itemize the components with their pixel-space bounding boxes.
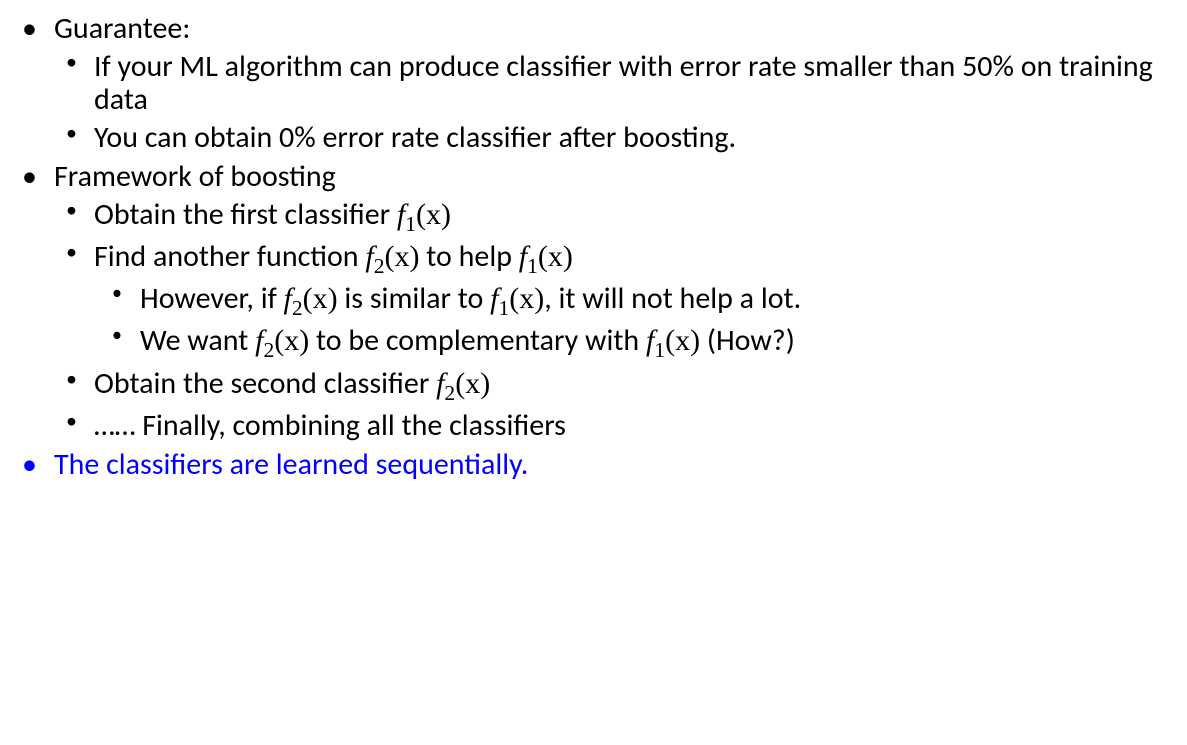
step2-text-pre: Find another function	[94, 238, 365, 275]
bullet-list-level1: Guarantee: If your ML algorithm can prod…	[20, 12, 1167, 482]
step2-sub-a: However, if f2(x) is similar to f1(x), i…	[94, 282, 1167, 320]
framework-step1: Obtain the first classifier f1(x)	[54, 198, 1167, 236]
math-f2-d: f2(x)	[436, 367, 490, 400]
math-f1: f1(x)	[397, 198, 451, 231]
step2-text-mid: to help	[419, 238, 518, 275]
step2-sublist: However, if f2(x) is similar to f1(x), i…	[94, 282, 1167, 362]
sub-a-post: , it will not help a lot.	[544, 280, 801, 317]
item-guarantee: Guarantee: If your ML algorithm can prod…	[20, 12, 1167, 154]
math-f2-b: f2(x)	[284, 282, 338, 315]
math-f1-b: f1(x)	[519, 240, 573, 273]
sub-b-mid: to be complementary with	[309, 322, 646, 359]
math-f2-c: f2(x)	[255, 324, 309, 357]
sequential-text: The classifiers are learned sequentially…	[54, 446, 528, 483]
math-f1-c: f1(x)	[490, 282, 544, 315]
sub-a-mid: is similar to	[338, 280, 491, 317]
guarantee-point-1: If your ML algorithm can produce classif…	[54, 50, 1167, 117]
framework-step3: Obtain the second classifier f2(x)	[54, 367, 1167, 405]
framework-step4: …… Finally, combining all the classifier…	[54, 409, 1167, 443]
sub-a-pre: However, if	[140, 280, 284, 317]
framework-step2: Find another function f2(x) to help f1(x…	[54, 240, 1167, 363]
step2-sub-b: We want f2(x) to be complementary with f…	[94, 324, 1167, 362]
item-framework: Framework of boosting Obtain the first c…	[20, 160, 1167, 442]
guarantee-point-2: You can obtain 0% error rate classifier …	[54, 121, 1167, 155]
item-sequential: The classifiers are learned sequentially…	[20, 448, 1167, 482]
framework-sublist: Obtain the first classifier f1(x) Find a…	[54, 198, 1167, 442]
guarantee-sublist: If your ML algorithm can produce classif…	[54, 50, 1167, 155]
step3-text: Obtain the second classifier	[94, 365, 436, 402]
framework-label: Framework of boosting	[54, 158, 336, 195]
sub-b-pre: We want	[140, 322, 255, 359]
sub-b-post: (How?)	[700, 322, 795, 359]
step1-text: Obtain the first classifier	[94, 196, 397, 233]
math-f1-d: f1(x)	[646, 324, 700, 357]
guarantee-label: Guarantee:	[54, 10, 190, 47]
math-f2-a: f2(x)	[365, 240, 419, 273]
